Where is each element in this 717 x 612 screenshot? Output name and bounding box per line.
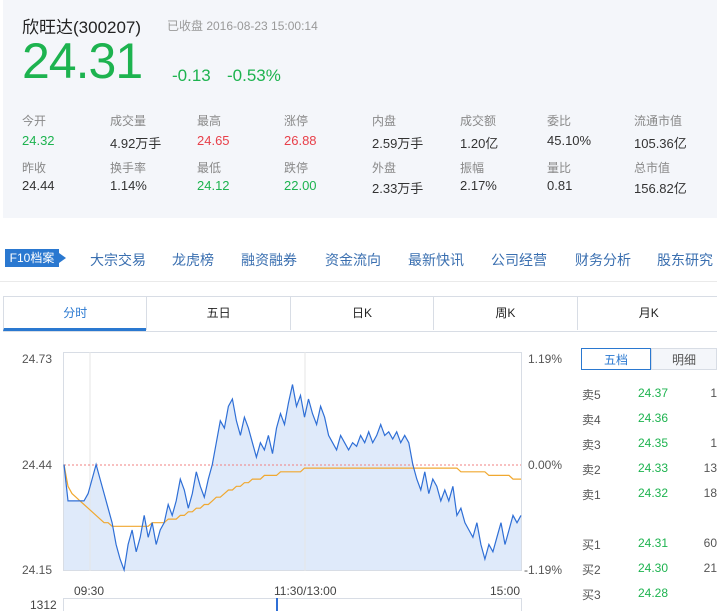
- orderbook-volume: 18: [703, 486, 717, 500]
- orderbook-price: 24.37: [638, 386, 669, 400]
- stat-value: 24.32: [22, 133, 55, 148]
- x-label-open: 09:30: [74, 584, 105, 598]
- tab-five-levels[interactable]: 五档: [581, 348, 651, 370]
- orderbook-price: 24.28: [638, 586, 669, 600]
- stat-label: 振幅: [460, 161, 485, 175]
- orderbook-price: 24.31: [638, 536, 669, 550]
- volume-max-label: 1312: [30, 598, 57, 612]
- orderbook-level-label: 卖5: [582, 388, 601, 402]
- price-change-pct: -0.53%: [227, 66, 281, 85]
- stat-label: 跌停: [284, 161, 309, 175]
- stat-value: 22.00: [284, 178, 317, 193]
- orderbook-price: 24.30: [638, 561, 669, 575]
- nav-item[interactable]: 资金流向: [325, 250, 381, 270]
- stat-value: 26.88: [284, 133, 317, 148]
- stat-label: 成交额: [460, 114, 497, 128]
- chart-tab[interactable]: 日K: [289, 296, 433, 330]
- nav-item[interactable]: 最新快讯: [408, 250, 464, 270]
- stat-label: 最低: [197, 161, 222, 175]
- chart-tab[interactable]: 分时: [3, 296, 147, 331]
- divider: [0, 281, 717, 282]
- stat-label: 今开: [22, 114, 47, 128]
- nav-item[interactable]: 大宗交易: [90, 250, 146, 270]
- orderbook-price: 24.32: [638, 486, 669, 500]
- orderbook-level-label: 卖3: [582, 438, 601, 452]
- market-status: 已收盘 2016-08-23 15:00:14: [167, 19, 318, 33]
- x-label-close: 15:00: [490, 584, 521, 598]
- orderbook-volume: 1: [710, 386, 717, 400]
- orderbook-volume: 13: [703, 461, 717, 475]
- nav-item[interactable]: 股东研究: [657, 250, 713, 270]
- chart-tab[interactable]: 月K: [576, 296, 717, 330]
- tab-detail[interactable]: 明细: [651, 348, 717, 370]
- stat-value: 1.20亿: [460, 136, 499, 151]
- stat-label: 委比: [547, 114, 572, 128]
- chart-tab[interactable]: 五日: [146, 296, 289, 330]
- stat-value: 24.12: [197, 178, 230, 193]
- orderbook-volume: 1: [710, 436, 717, 450]
- stat-value: 105.36亿: [634, 136, 687, 151]
- stat-value: 2.33万手: [372, 181, 424, 196]
- orderbook-price: 24.33: [638, 461, 669, 475]
- nav-item[interactable]: 融资融券: [241, 250, 297, 270]
- stat-label: 成交量: [110, 114, 147, 128]
- stat-value: 2.59万手: [372, 136, 424, 151]
- orderbook-level-label: 卖4: [582, 413, 601, 427]
- orderbook-volume: 60: [703, 536, 717, 550]
- stat-label: 外盘: [372, 161, 397, 175]
- nav-item[interactable]: 财务分析: [575, 250, 631, 270]
- current-price: 24.31: [22, 33, 143, 89]
- orderbook-level-label: 买2: [582, 563, 601, 577]
- volume-frame: [63, 598, 522, 611]
- stat-label: 内盘: [372, 114, 397, 128]
- stat-label: 昨收: [22, 161, 47, 175]
- stat-label: 量比: [547, 161, 572, 175]
- x-label-midday: 11:30/13:00: [274, 584, 337, 598]
- stat-value: 0.81: [547, 178, 573, 193]
- stat-value: 1.14%: [110, 178, 147, 193]
- stat-value: 4.92万手: [110, 136, 162, 151]
- stat-label: 换手率: [110, 161, 147, 175]
- nav-item[interactable]: 龙虎榜: [172, 250, 214, 270]
- stat-value: 156.82亿: [634, 181, 687, 196]
- nav-item[interactable]: 公司经营: [491, 250, 547, 270]
- intraday-chart[interactable]: [0, 340, 570, 611]
- stat-label: 总市值: [634, 161, 671, 175]
- orderbook-level-label: 买1: [582, 538, 601, 552]
- stat-value: 45.10%: [547, 133, 592, 148]
- stat-value: 24.65: [197, 133, 230, 148]
- orderbook-level-label: 卖2: [582, 463, 601, 477]
- chart-tab[interactable]: 周K: [433, 296, 576, 330]
- stat-value: 24.44: [22, 178, 55, 193]
- orderbook-level-label: 卖1: [582, 488, 601, 502]
- orderbook-level-label: 买3: [582, 588, 601, 602]
- stat-label: 涨停: [284, 114, 309, 128]
- stat-label: 流通市值: [634, 114, 683, 128]
- f10-archive-tab[interactable]: F10档案: [5, 249, 66, 267]
- orderbook-volume: 21: [703, 561, 717, 575]
- stat-value: 2.17%: [460, 178, 497, 193]
- orderbook-price: 24.36: [638, 411, 669, 425]
- orderbook-price: 24.35: [638, 436, 669, 450]
- price-change: -0.13: [172, 66, 211, 85]
- stat-label: 最高: [197, 114, 222, 128]
